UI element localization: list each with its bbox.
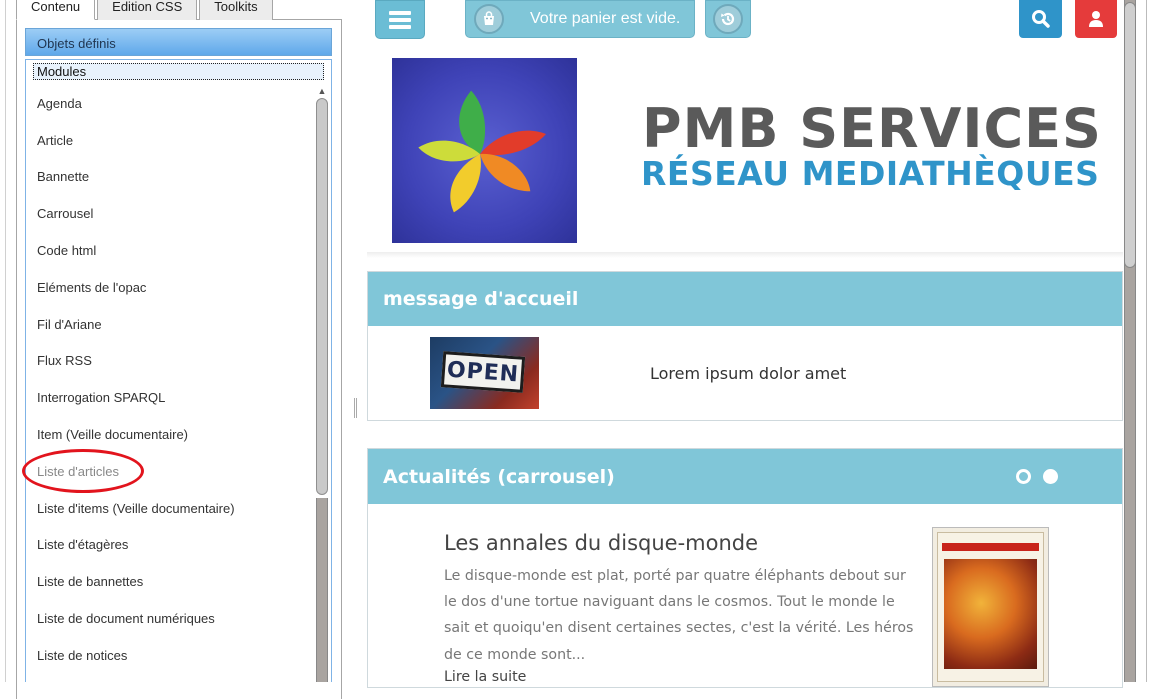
book-cover-art bbox=[937, 532, 1044, 682]
shopping-bag-icon bbox=[474, 4, 504, 34]
search-icon bbox=[1031, 10, 1050, 28]
carousel-dot-1[interactable] bbox=[1016, 469, 1031, 484]
module-item-fil-ariane[interactable]: Fil d'Ariane bbox=[37, 306, 307, 343]
module-scroll-thumb[interactable] bbox=[316, 98, 328, 495]
module-item-item-veille[interactable]: Item (Veille documentaire) bbox=[37, 416, 307, 453]
menu-button[interactable] bbox=[375, 0, 425, 39]
tab-toolkits[interactable]: Toolkits bbox=[199, 0, 273, 20]
panel-border bbox=[5, 0, 6, 682]
module-item-interrogation-sparql[interactable]: Interrogation SPARQL bbox=[37, 379, 307, 416]
highlight-annotation bbox=[22, 449, 144, 493]
carousel-dot-2[interactable] bbox=[1043, 469, 1058, 484]
welcome-text: Lorem ipsum dolor amet bbox=[650, 364, 847, 383]
module-item-liste-items[interactable]: Liste d'items (Veille documentaire) bbox=[37, 490, 307, 527]
tab-contenu[interactable]: Contenu bbox=[16, 0, 96, 20]
site-logo[interactable] bbox=[392, 58, 577, 243]
module-item-elements-opac[interactable]: Eléments de l'opac bbox=[37, 269, 307, 306]
banner-divider bbox=[367, 252, 1123, 258]
scroll-up-arrow-icon[interactable]: ▲ bbox=[316, 86, 328, 96]
page-scroll-thumb[interactable] bbox=[1124, 2, 1136, 268]
flower-logo-icon bbox=[418, 90, 546, 213]
modules-node[interactable]: Modules bbox=[33, 63, 324, 80]
module-item-code-html[interactable]: Code html bbox=[37, 232, 307, 269]
welcome-section: message d'accueil OPEN Lorem ipsum dolor… bbox=[367, 271, 1123, 421]
welcome-heading: message d'accueil bbox=[368, 272, 1122, 326]
search-button[interactable] bbox=[1019, 0, 1062, 38]
news-heading: Actualités (carrousel) bbox=[383, 465, 615, 488]
history-button[interactable] bbox=[705, 0, 751, 38]
panel-splitter[interactable] bbox=[354, 398, 357, 418]
hamburger-icon bbox=[389, 10, 411, 29]
module-item-carrousel[interactable]: Carrousel bbox=[37, 195, 307, 232]
tab-edition-css[interactable]: Edition CSS bbox=[97, 0, 198, 20]
user-button[interactable] bbox=[1075, 0, 1117, 38]
news-carousel: Actualités (carrousel) Les annales du di… bbox=[367, 448, 1123, 688]
book-cover-band bbox=[942, 543, 1039, 551]
article-title[interactable]: Les annales du disque-monde bbox=[444, 531, 758, 555]
module-item-agenda[interactable]: Agenda bbox=[37, 85, 307, 122]
module-item-liste-etageres[interactable]: Liste d'étagères bbox=[37, 527, 307, 564]
module-item-flux-rss[interactable]: Flux RSS bbox=[37, 343, 307, 380]
module-scroll-track-lower[interactable] bbox=[316, 498, 328, 682]
book-cover-image[interactable] bbox=[932, 527, 1049, 687]
page-border bbox=[1146, 0, 1147, 682]
open-sign-text: OPEN bbox=[440, 351, 526, 393]
cart-button[interactable]: Votre panier est vide. bbox=[465, 0, 695, 38]
history-icon bbox=[713, 4, 743, 34]
news-heading-bar: Actualités (carrousel) bbox=[368, 449, 1122, 504]
read-more-link[interactable]: Lire la suite bbox=[444, 669, 526, 685]
book-cover-illustration bbox=[944, 559, 1037, 669]
cart-status-text: Votre panier est vide. bbox=[530, 10, 681, 27]
objets-definis-header[interactable]: Objets définis bbox=[25, 28, 332, 56]
user-icon bbox=[1089, 11, 1103, 27]
module-list: Agenda Article Bannette Carrousel Code h… bbox=[37, 85, 307, 674]
site-title: PMB SERVICES bbox=[642, 97, 1102, 160]
site-subtitle: RÉSEAU MEDIATHÈQUES bbox=[641, 154, 1100, 193]
tab-bar: Contenu Edition CSS Toolkits bbox=[16, 0, 275, 20]
article-summary: Le disque-monde est plat, porté par quat… bbox=[444, 568, 914, 663]
module-item-liste-bannettes[interactable]: Liste de bannettes bbox=[37, 563, 307, 600]
module-item-article[interactable]: Article bbox=[37, 122, 307, 159]
module-item-liste-documents[interactable]: Liste de document numériques bbox=[37, 600, 307, 637]
open-sign-image: OPEN bbox=[430, 337, 539, 409]
carousel-dots bbox=[1016, 469, 1058, 484]
module-item-bannette[interactable]: Bannette bbox=[37, 159, 307, 196]
left-panel: Contenu Edition CSS Toolkits Objets défi… bbox=[0, 0, 352, 699]
module-item-liste-notices[interactable]: Liste de notices bbox=[37, 637, 307, 674]
